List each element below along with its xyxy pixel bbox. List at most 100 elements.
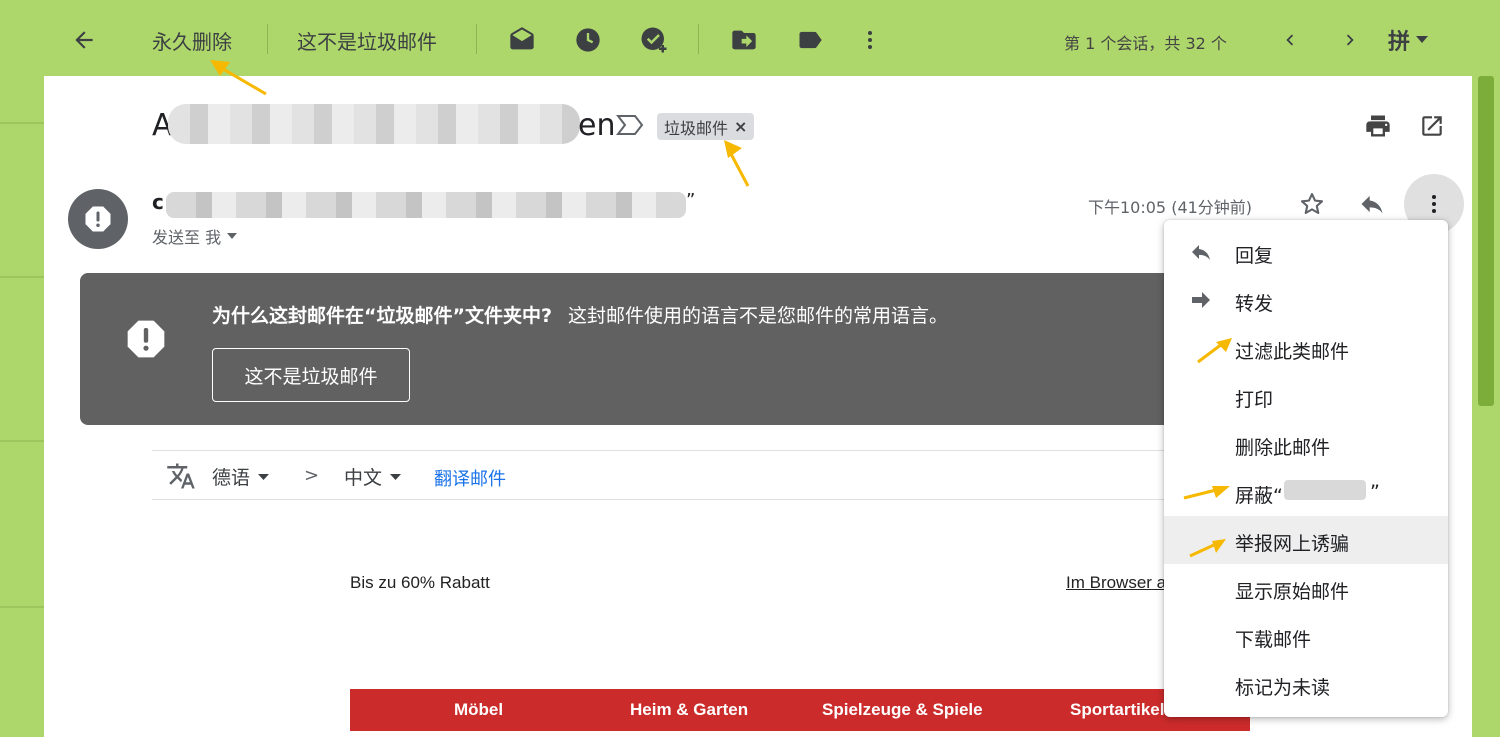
menu-item-filter[interactable]: 过滤此类邮件 <box>1164 324 1448 372</box>
add-task-button[interactable] <box>634 20 674 60</box>
message-time: 下午10:05 (41分钟前) <box>1088 198 1253 217</box>
send-to-label: 发送至 我 <box>152 228 222 247</box>
open-in-new-icon <box>1422 116 1442 136</box>
input-method-button[interactable]: 拼 <box>1388 22 1444 58</box>
move-to-button[interactable] <box>724 20 764 60</box>
remove-label-button[interactable]: × <box>734 117 747 136</box>
category-sportartikel[interactable]: Sportartikel <box>1070 700 1164 720</box>
reply-button[interactable] <box>1352 184 1392 224</box>
newer-button[interactable] <box>1270 20 1310 60</box>
banner-reason: 这封邮件使用的语言不是您邮件的常用语言。 <box>568 305 949 327</box>
toolbar-divider <box>476 24 477 54</box>
spam-label-text: 垃圾邮件 <box>664 118 729 138</box>
more-actions-button[interactable] <box>850 20 890 60</box>
message-options-menu: 回复 转发 过滤此类邮件 打印 删除此邮件 屏蔽“ ” 举报网上诱骗 显示原始邮… <box>1164 220 1448 717</box>
menu-item-block[interactable]: 屏蔽“ ” <box>1164 468 1448 516</box>
spam-label-chip: 垃圾邮件 × <box>657 113 755 140</box>
add-task-icon <box>641 27 667 53</box>
older-button[interactable] <box>1330 20 1370 60</box>
toolbar-divider <box>267 24 268 54</box>
source-language-label: 德语 <box>212 467 251 489</box>
menu-item-label: 举报网上诱骗 <box>1235 533 1350 555</box>
caret-down-icon <box>227 233 238 239</box>
menu-item-reply[interactable]: 回复 <box>1164 228 1448 276</box>
target-language-select[interactable]: 中文 <box>344 463 402 490</box>
snooze-button[interactable] <box>568 20 608 60</box>
reply-icon <box>1361 195 1383 214</box>
back-button[interactable] <box>64 20 104 60</box>
banner-title: 为什么这封邮件在“垃圾邮件”文件夹中? <box>212 305 552 327</box>
caret-down-icon <box>258 473 270 480</box>
clock-icon <box>576 28 600 52</box>
sender-redacted <box>166 192 686 218</box>
toolbar-divider <box>698 24 699 54</box>
warning-octagon-icon <box>127 320 165 358</box>
category-heim-garten[interactable]: Heim & Garten <box>630 700 748 720</box>
subject-redacted <box>168 104 580 144</box>
menu-item-suffix: ” <box>1370 481 1380 503</box>
banner-message: 为什么这封邮件在“垃圾邮件”文件夹中? 这封邮件使用的语言不是您邮件的常用语言。 <box>212 301 948 328</box>
menu-item-show-original[interactable]: 显示原始邮件 <box>1164 564 1448 612</box>
source-language-select[interactable]: 德语 <box>212 463 270 490</box>
menu-item-label: 标记为未读 <box>1235 677 1331 699</box>
not-spam-button[interactable]: 这不是垃圾邮件 <box>297 26 437 55</box>
menu-item-label: 下载邮件 <box>1235 629 1312 651</box>
sender-initial: c <box>152 190 164 214</box>
promo-text: Bis zu 60% Rabatt <box>350 573 490 592</box>
move-folder-icon <box>732 30 756 50</box>
importance-marker-icon[interactable] <box>616 114 644 136</box>
warning-octagon-icon <box>85 206 111 232</box>
open-new-window-button[interactable] <box>1412 106 1452 146</box>
star-button[interactable] <box>1292 184 1332 224</box>
translate-bar: 德语 > 中文 翻译邮件 <box>152 450 1252 500</box>
page-scrollbar[interactable] <box>1478 76 1494 406</box>
side-strip <box>0 76 44 737</box>
more-vert-icon <box>1432 195 1436 213</box>
spam-warning-banner: 为什么这封邮件在“垃圾邮件”文件夹中? 这封邮件使用的语言不是您邮件的常用语言。… <box>80 273 1220 425</box>
menu-item-delete[interactable]: 删除此邮件 <box>1164 420 1448 468</box>
view-in-browser-link[interactable]: Im Browser a <box>1066 573 1166 593</box>
category-spielzeuge[interactable]: Spielzeuge & Spiele <box>822 700 983 720</box>
chevron-right-icon <box>1346 34 1354 46</box>
labels-button[interactable] <box>790 20 830 60</box>
sender-avatar <box>68 189 128 249</box>
recipients-toggle[interactable]: 发送至 我 <box>152 224 238 248</box>
subject-end: en <box>578 108 616 143</box>
mark-read-button[interactable] <box>502 20 542 60</box>
menu-item-label: 过滤此类邮件 <box>1235 341 1350 363</box>
arrow-left-icon <box>75 31 93 49</box>
action-toolbar: 永久删除 这不是垃圾邮件 第 1 个会话，共 32 个 拼 <box>0 0 1500 76</box>
translate-direction-chevron: > <box>304 465 320 486</box>
banner-not-spam-button[interactable]: 这不是垃圾邮件 <box>212 348 410 402</box>
menu-item-download[interactable]: 下载邮件 <box>1164 612 1448 660</box>
printer-icon <box>1366 115 1390 137</box>
translate-message-link[interactable]: 翻译邮件 <box>434 465 506 491</box>
forward-icon <box>1192 292 1210 308</box>
mail-open-icon <box>510 27 534 50</box>
sender-suffix: ” <box>686 190 696 211</box>
menu-item-mark-unread[interactable]: 标记为未读 <box>1164 660 1448 708</box>
blocked-sender-redacted <box>1284 480 1366 500</box>
star-outline-icon <box>1300 193 1324 215</box>
category-nav: Möbel Heim & Garten Spielzeuge & Spiele … <box>350 689 1250 731</box>
menu-item-label: 屏蔽“ <box>1235 485 1283 507</box>
menu-item-label: 打印 <box>1235 389 1274 411</box>
input-method-label: 拼 <box>1388 30 1411 55</box>
menu-item-report-phishing[interactable]: 举报网上诱骗 <box>1164 516 1448 564</box>
delete-forever-button[interactable]: 永久删除 <box>152 26 232 55</box>
chevron-left-icon <box>1286 34 1294 46</box>
label-icon <box>799 31 822 49</box>
reply-icon <box>1192 245 1210 260</box>
category-moebel[interactable]: Möbel <box>454 700 503 720</box>
target-language-label: 中文 <box>344 467 383 489</box>
menu-item-forward[interactable]: 转发 <box>1164 276 1448 324</box>
caret-down-icon <box>1416 36 1429 43</box>
more-vert-icon <box>868 31 872 49</box>
translate-icon <box>167 463 195 489</box>
menu-item-label: 回复 <box>1235 245 1274 267</box>
caret-down-icon <box>390 473 402 480</box>
print-all-button[interactable] <box>1358 106 1398 146</box>
menu-item-label: 显示原始邮件 <box>1235 581 1350 603</box>
menu-item-label: 删除此邮件 <box>1235 437 1331 459</box>
menu-item-print[interactable]: 打印 <box>1164 372 1448 420</box>
